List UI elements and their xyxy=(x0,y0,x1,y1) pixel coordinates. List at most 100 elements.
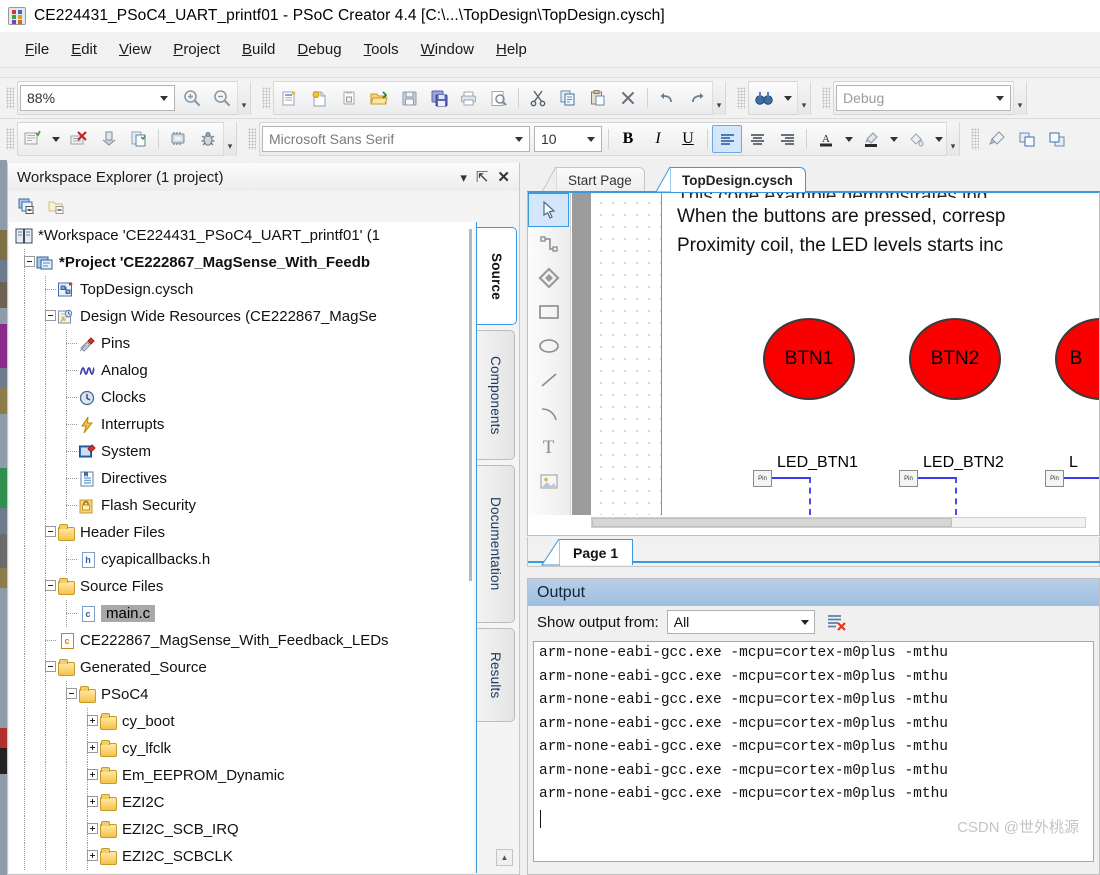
new-file-icon[interactable] xyxy=(304,84,334,112)
tree-item-cy-boot[interactable]: cy_boot xyxy=(9,708,475,735)
tree-expander[interactable] xyxy=(87,715,98,726)
chevron-down-icon[interactable]: ▾ xyxy=(460,171,467,184)
font-size-combo[interactable]: 10 xyxy=(534,126,602,152)
paste-icon[interactable] xyxy=(583,84,613,112)
tab-topdesign-cysch[interactable]: TopDesign.cysch xyxy=(655,167,806,193)
tree-item-flash-security[interactable]: Flash Security xyxy=(9,492,475,519)
tree-expander[interactable] xyxy=(87,796,98,807)
tree-item-ce222867-magsense-with-feedback-leds[interactable]: c CE222867_MagSense_With_Feedback_LEDs xyxy=(9,627,475,654)
side-tab-source[interactable]: Source xyxy=(477,227,517,325)
tree-item-design-wide-resources-ce222867-magse[interactable]: Design Wide Resources (CE222867_MagSe xyxy=(9,303,475,330)
tree-expander[interactable] xyxy=(45,661,56,672)
tree-expander[interactable] xyxy=(87,742,98,753)
chevron-down-icon[interactable] xyxy=(509,127,529,151)
format-painter-icon[interactable] xyxy=(982,125,1012,153)
tree-vertical-scrollbar[interactable] xyxy=(467,229,474,649)
pin-icon[interactable]: ⇱ xyxy=(476,170,489,185)
tree-item-directives[interactable]: Directives xyxy=(9,465,475,492)
generate-application-icon[interactable] xyxy=(124,125,154,153)
close-icon[interactable]: ✕ xyxy=(497,170,510,185)
align-center-icon[interactable] xyxy=(742,125,772,153)
tree-expander[interactable] xyxy=(45,580,56,591)
delete-icon[interactable] xyxy=(613,84,643,112)
wire-icon[interactable] xyxy=(528,227,569,261)
tree-item-analog[interactable]: Analog xyxy=(9,357,475,384)
font-color-dropdown-icon[interactable] xyxy=(841,125,856,153)
debug-chip-icon[interactable] xyxy=(163,125,193,153)
menu-view[interactable]: View xyxy=(108,38,162,61)
tree-item-psoc4[interactable]: PSoC4 xyxy=(9,681,475,708)
zoom-combo[interactable]: 88% xyxy=(20,85,175,111)
side-tab-documentation[interactable]: Documentation xyxy=(477,465,515,623)
toolbar-grip[interactable] xyxy=(822,87,830,109)
show-all-files-icon[interactable] xyxy=(14,194,40,218)
align-left-icon[interactable] xyxy=(712,125,742,153)
build-icon[interactable] xyxy=(18,125,48,153)
undo-icon[interactable] xyxy=(652,84,682,112)
toolbar-grip[interactable] xyxy=(6,87,14,109)
menu-tools[interactable]: Tools xyxy=(353,38,410,61)
select-arrow-icon[interactable] xyxy=(528,193,569,227)
tree-item-pins[interactable]: Pins xyxy=(9,330,475,357)
find-dropdown-icon[interactable] xyxy=(779,84,797,112)
underline-button[interactable]: U xyxy=(673,125,703,153)
menu-project[interactable]: Project xyxy=(162,38,231,61)
build-config-combo[interactable]: Debug xyxy=(836,85,1011,111)
rectangle-icon[interactable] xyxy=(528,295,569,329)
redo-icon[interactable] xyxy=(682,84,712,112)
format-toolbar-overflow[interactable]: ▾ xyxy=(946,122,959,156)
print-icon[interactable] xyxy=(454,84,484,112)
menu-window[interactable]: Window xyxy=(410,38,485,61)
tree-expander[interactable] xyxy=(45,526,56,537)
pin-led-btn1[interactable]: Pin xyxy=(753,470,772,487)
font-color-icon[interactable]: A xyxy=(811,125,841,153)
schematic-horizontal-scrollbar[interactable] xyxy=(591,517,1086,528)
program-icon[interactable] xyxy=(94,125,124,153)
tree-item-workspace-ce224431-psoc4-uart-printf01-1[interactable]: *Workspace 'CE224431_PSoC4_UART_printf01… xyxy=(9,222,475,249)
zoom-toolbar-overflow[interactable]: ▾ xyxy=(237,81,250,115)
clear-output-icon[interactable] xyxy=(823,610,849,634)
open-icon[interactable] xyxy=(364,84,394,112)
cut-icon[interactable] xyxy=(523,84,553,112)
save-all-icon[interactable] xyxy=(424,84,454,112)
find-toolbar-overflow[interactable]: ▾ xyxy=(797,81,810,115)
tree-expander[interactable] xyxy=(45,310,56,321)
chevron-down-icon[interactable] xyxy=(154,86,174,110)
line-icon[interactable] xyxy=(528,363,569,397)
tree-item-cy-lfclk[interactable]: cy_lfclk xyxy=(9,735,475,762)
send-back-icon[interactable] xyxy=(1042,125,1072,153)
tree-expander[interactable] xyxy=(87,769,98,780)
highlight-color-icon[interactable] xyxy=(856,125,886,153)
save-icon[interactable] xyxy=(394,84,424,112)
tree-expander[interactable] xyxy=(66,688,77,699)
chevron-down-icon[interactable] xyxy=(990,86,1010,110)
clean-icon[interactable] xyxy=(64,125,94,153)
tree-item-source-files[interactable]: Source Files xyxy=(9,573,475,600)
tree-item-ezi2c-scb-irq[interactable]: EZI2C_SCB_IRQ xyxy=(9,816,475,843)
print-preview-icon[interactable] xyxy=(484,84,514,112)
toolbar-grip[interactable] xyxy=(737,87,745,109)
tree-scroll-up-arrow[interactable]: ▲ xyxy=(496,849,513,866)
page-tab-page-1[interactable]: Page 1 xyxy=(541,539,634,566)
side-tab-components[interactable]: Components xyxy=(477,330,515,460)
tree-item-clocks[interactable]: Clocks xyxy=(9,384,475,411)
pin-led-btn3[interactable]: Pin xyxy=(1045,470,1064,487)
toolbar-grip[interactable] xyxy=(6,128,14,150)
bring-front-icon[interactable] xyxy=(1012,125,1042,153)
output-text-area[interactable]: arm-none-eabi-gcc.exe -mcpu=cortex-m0plu… xyxy=(533,641,1094,862)
tree-item-system[interactable]: System xyxy=(9,438,475,465)
align-right-icon[interactable] xyxy=(772,125,802,153)
tree-item-interrupts[interactable]: Interrupts xyxy=(9,411,475,438)
copy-icon[interactable] xyxy=(553,84,583,112)
tree-item-ezi2c[interactable]: EZI2C xyxy=(9,789,475,816)
side-tab-results[interactable]: Results xyxy=(477,628,515,722)
tree-item-ezi2c-scbclk[interactable]: EZI2C_SCBCLK xyxy=(9,843,475,870)
tree-expander[interactable] xyxy=(87,823,98,834)
tree-item-header-files[interactable]: Header Files xyxy=(9,519,475,546)
image-icon[interactable] xyxy=(528,465,569,499)
component-icon[interactable] xyxy=(528,261,569,295)
build-toolbar-overflow[interactable]: ▾ xyxy=(223,122,236,156)
fill-color-icon[interactable] xyxy=(901,125,931,153)
tree-item-em-eeprom-dynamic[interactable]: Em_EEPROM_Dynamic xyxy=(9,762,475,789)
file-toolbar-overflow[interactable]: ▾ xyxy=(712,81,725,115)
